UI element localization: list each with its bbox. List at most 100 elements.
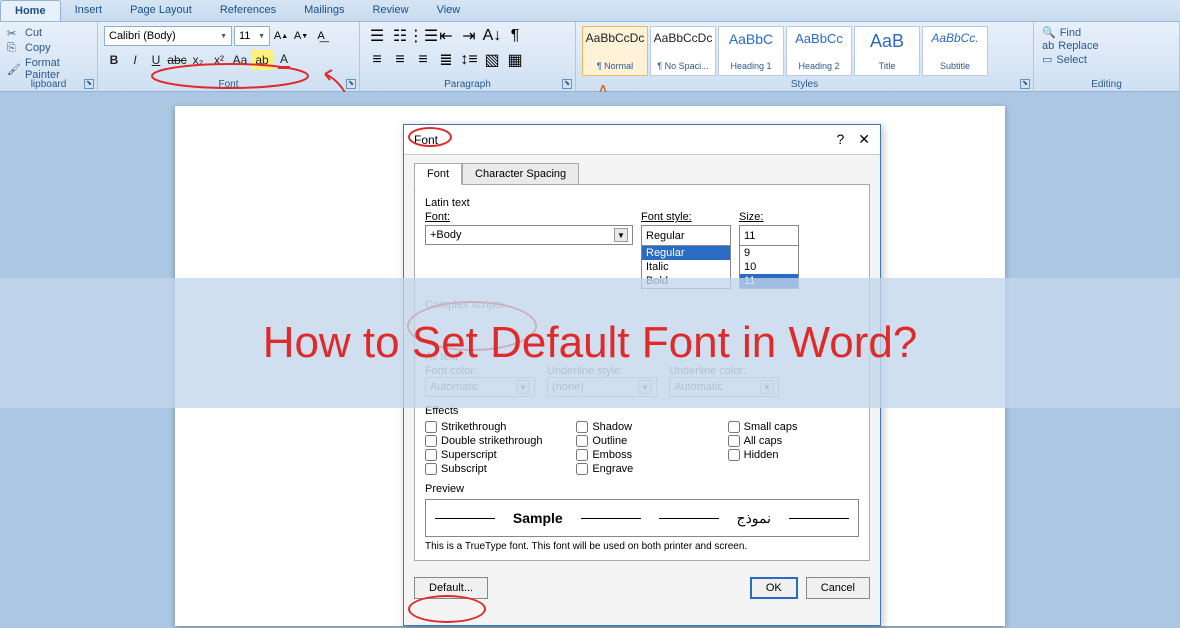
effect-all-caps[interactable]: All caps: [728, 435, 859, 447]
styles-group-label: Styles: [576, 79, 1033, 90]
change-case-button[interactable]: Aa: [230, 50, 250, 70]
effect-superscript[interactable]: Superscript: [425, 449, 556, 461]
preview-line: [435, 518, 495, 519]
close-button[interactable]: ✕: [858, 131, 870, 148]
select-button[interactable]: ▭ Select: [1042, 53, 1171, 66]
preview-label: Preview: [425, 483, 859, 495]
size-option-10[interactable]: 10: [740, 260, 798, 274]
decrease-indent-button[interactable]: ⇤: [435, 26, 457, 46]
effect-double-strikethrough[interactable]: Double strikethrough: [425, 435, 556, 447]
replace-button[interactable]: ab Replace: [1042, 40, 1171, 52]
show-marks-button[interactable]: ¶: [504, 26, 526, 46]
style-item-2[interactable]: AaBbCHeading 1: [718, 26, 784, 76]
preview-sample: Sample: [513, 510, 563, 526]
clear-formatting-button[interactable]: A͟: [312, 26, 330, 46]
chevron-down-icon: ▼: [614, 228, 628, 242]
effect-strikethrough[interactable]: Strikethrough: [425, 421, 556, 433]
clipboard-launcher[interactable]: ⬊: [84, 79, 94, 89]
font-group-label: Font: [98, 79, 359, 90]
align-left-button[interactable]: ≡: [366, 50, 388, 70]
tab-view[interactable]: View: [423, 0, 475, 21]
effect-emboss[interactable]: Emboss: [576, 449, 707, 461]
find-button[interactable]: 🔍 Find: [1042, 26, 1171, 39]
shading-button[interactable]: ▧: [481, 50, 503, 70]
grow-font-button[interactable]: A▲: [272, 26, 290, 46]
brush-icon: 🖌: [7, 63, 21, 75]
tab-page-layout[interactable]: Page Layout: [116, 0, 206, 21]
paragraph-group: ☰ ☷ ⋮☰ ⇤ ⇥ A↓ ¶ ≡ ≡ ≡ ≣ ↕≡ ▧ ▦ Paragraph…: [360, 22, 576, 91]
effect-subscript[interactable]: Subscript: [425, 463, 556, 475]
scissors-icon: ✂: [7, 27, 21, 39]
borders-button[interactable]: ▦: [504, 50, 526, 70]
subscript-button[interactable]: x₂: [188, 50, 208, 70]
tab-mailings[interactable]: Mailings: [290, 0, 358, 21]
tab-review[interactable]: Review: [358, 0, 422, 21]
font-size-value: 11: [239, 30, 250, 42]
strike-button[interactable]: abc: [167, 50, 187, 70]
font-field-label: Font:: [425, 211, 633, 223]
style-item-3[interactable]: AaBbCcHeading 2: [786, 26, 852, 76]
help-button[interactable]: ?: [836, 131, 844, 148]
styles-launcher[interactable]: ⬊: [1020, 79, 1030, 89]
font-launcher[interactable]: ⬊: [346, 79, 356, 89]
tab-references[interactable]: References: [206, 0, 290, 21]
sort-button[interactable]: A↓: [481, 26, 503, 46]
shrink-font-button[interactable]: A▼: [292, 26, 310, 46]
italic-button[interactable]: I: [125, 50, 145, 70]
align-right-button[interactable]: ≡: [412, 50, 434, 70]
size-option-9[interactable]: 9: [740, 246, 798, 260]
effect-small-caps[interactable]: Small caps: [728, 421, 859, 433]
line-spacing-button[interactable]: ↕≡: [458, 50, 480, 70]
bold-button[interactable]: B: [104, 50, 124, 70]
justify-button[interactable]: ≣: [435, 50, 457, 70]
bullets-button[interactable]: ☰: [366, 26, 388, 46]
size-field-label: Size:: [739, 211, 799, 223]
multilevel-button[interactable]: ⋮☰: [412, 26, 434, 46]
increase-indent-button[interactable]: ⇥: [458, 26, 480, 46]
style-item-4[interactable]: AaBTitle: [854, 26, 920, 76]
superscript-button[interactable]: x²: [209, 50, 229, 70]
style-item-1[interactable]: AaBbCcDc¶ No Spaci...: [650, 26, 716, 76]
underline-button[interactable]: U: [146, 50, 166, 70]
style-option-regular[interactable]: Regular: [642, 246, 730, 260]
copy-button[interactable]: ⎘ Copy: [4, 41, 93, 55]
effect-engrave[interactable]: Engrave: [576, 463, 707, 475]
style-combo[interactable]: Regular: [641, 225, 731, 245]
find-icon: 🔍: [1042, 26, 1056, 39]
highlight-button[interactable]: ab: [251, 50, 273, 70]
dialog-tab-font[interactable]: Font: [414, 163, 462, 185]
clipboard-group-label: lipboard: [0, 79, 97, 90]
clipboard-group: ✂ Cut ⎘ Copy 🖌 Format Painter lipboard ⬊: [0, 22, 98, 91]
preview-box: Sample نموذج: [425, 499, 859, 537]
select-label: Select: [1056, 54, 1087, 66]
default-button[interactable]: Default...: [414, 577, 488, 599]
effect-shadow[interactable]: Shadow: [576, 421, 707, 433]
size-combo-value: 11: [744, 230, 755, 242]
ribbon: ✂ Cut ⎘ Copy 🖌 Format Painter lipboard ⬊…: [0, 22, 1180, 92]
style-option-italic[interactable]: Italic: [642, 260, 730, 274]
align-center-button[interactable]: ≡: [389, 50, 411, 70]
font-size-combo[interactable]: 11 ▼: [234, 26, 270, 46]
ok-button[interactable]: OK: [750, 577, 798, 599]
style-field-label: Font style:: [641, 211, 731, 223]
effect-hidden[interactable]: Hidden: [728, 449, 859, 461]
font-combo-value: +Body: [430, 229, 462, 241]
dialog-title: Font: [414, 133, 438, 147]
replace-icon: ab: [1042, 40, 1054, 52]
paragraph-launcher[interactable]: ⬊: [562, 79, 572, 89]
cancel-button[interactable]: Cancel: [806, 577, 870, 599]
tab-insert[interactable]: Insert: [61, 0, 117, 21]
style-item-0[interactable]: AaBbCcDc¶ Normal: [582, 26, 648, 76]
effect-outline[interactable]: Outline: [576, 435, 707, 447]
size-combo[interactable]: 11: [739, 225, 799, 245]
font-color-button[interactable]: A: [274, 50, 294, 70]
cut-button[interactable]: ✂ Cut: [4, 26, 93, 40]
font-name-combo[interactable]: Calibri (Body) ▼: [104, 26, 232, 46]
preview-note: This is a TrueType font. This font will …: [425, 541, 859, 552]
font-combo[interactable]: +Body ▼: [425, 225, 633, 245]
styles-group: AaBbCcDc¶ NormalAaBbCcDc¶ No Spaci...AaB…: [576, 22, 1034, 91]
dialog-tab-character-spacing[interactable]: Character Spacing: [462, 163, 579, 185]
style-item-5[interactable]: AaBbCc.Subtitle: [922, 26, 988, 76]
tab-home[interactable]: Home: [0, 0, 61, 21]
font-name-value: Calibri (Body): [109, 30, 176, 42]
